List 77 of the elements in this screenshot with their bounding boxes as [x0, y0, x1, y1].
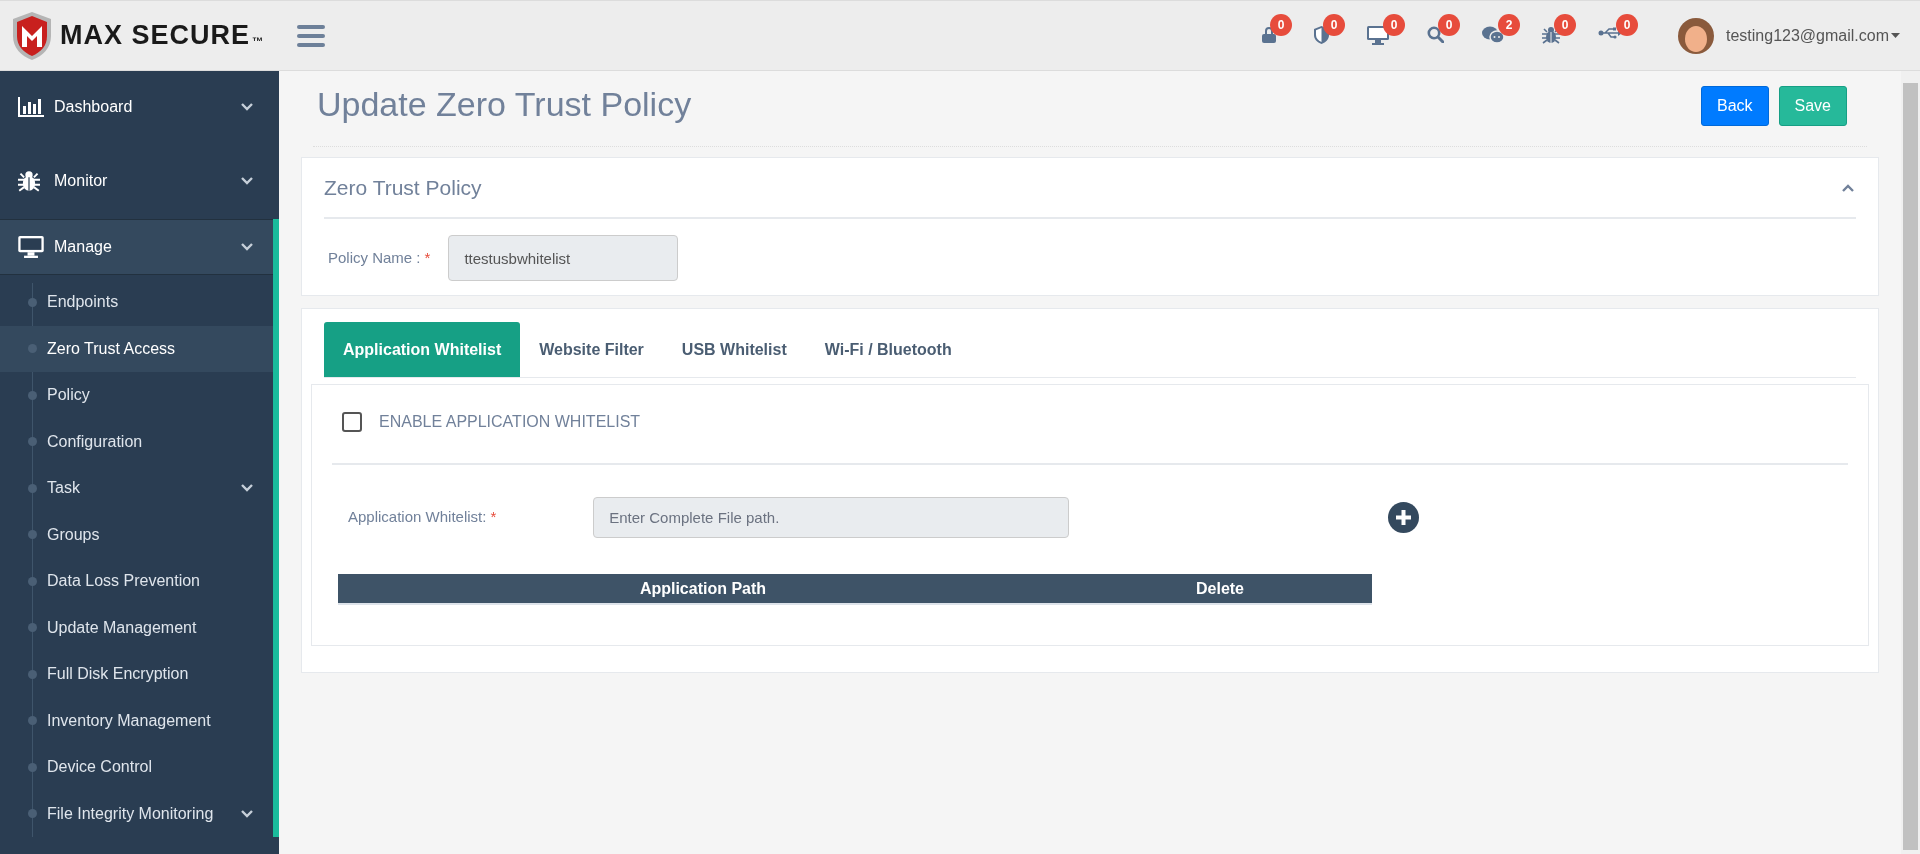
- submenu-item[interactable]: Device Control: [0, 744, 273, 791]
- chevron-down-icon: [241, 177, 253, 185]
- count-badge: 0: [1323, 13, 1345, 36]
- submenu-item[interactable]: Inventory Management: [0, 697, 273, 744]
- bullet-icon: [28, 437, 37, 447]
- policy-name-field[interactable]: ttestusbwhitelist: [448, 235, 679, 281]
- submenu-item[interactable]: Endpoints: [0, 279, 273, 326]
- notification-button[interactable]: 0: [1367, 13, 1405, 50]
- bar-chart-icon: [18, 97, 44, 117]
- submenu-item[interactable]: Data Loss Prevention: [0, 558, 273, 605]
- submenu-item[interactable]: Full Disk Encryption: [0, 651, 273, 698]
- sidebar-item[interactable]: Monitor: [0, 149, 273, 213]
- trademark-sign: ™: [252, 33, 264, 49]
- avatar-icon: [1678, 17, 1714, 54]
- submenu-item[interactable]: Task: [0, 465, 273, 512]
- caret-icon: [1891, 33, 1900, 38]
- notification-button[interactable]: 0: [1542, 13, 1576, 50]
- required-mark: *: [490, 507, 497, 528]
- bullet-icon: [28, 576, 37, 586]
- monitor-icon: [18, 236, 44, 258]
- scrollbar[interactable]: [1901, 71, 1920, 854]
- notification-button[interactable]: 0: [1314, 13, 1345, 50]
- submenu-item[interactable]: Policy: [0, 372, 273, 419]
- add-button[interactable]: [1388, 502, 1420, 533]
- bullet-icon: [28, 669, 37, 679]
- bullet-icon: [28, 809, 37, 819]
- submenu-item[interactable]: Update Management: [0, 604, 273, 651]
- submenu-item[interactable]: Groups: [0, 511, 273, 558]
- count-badge: 0: [1383, 13, 1405, 36]
- count-badge: 0: [1438, 13, 1460, 36]
- notification-button[interactable]: 0: [1427, 13, 1460, 50]
- field-label: Application Whitelist:: [348, 507, 487, 528]
- collapse-button[interactable]: [1842, 183, 1856, 192]
- sidebar-item[interactable]: Manage: [0, 219, 273, 275]
- bullet-icon: [28, 716, 37, 726]
- plus-icon: [1395, 509, 1413, 526]
- bullet-icon: [28, 390, 37, 400]
- shield-logo-icon: [12, 10, 52, 61]
- bug-icon: [18, 170, 40, 192]
- search-icon: [1427, 25, 1444, 43]
- tab[interactable]: USB Whitelist: [662, 322, 806, 377]
- file-path-field[interactable]: Enter Complete File path.: [593, 497, 1070, 538]
- chevron-down-icon: [241, 243, 253, 251]
- bullet-icon: [28, 762, 37, 772]
- tab[interactable]: Website Filter: [520, 322, 663, 377]
- bullet-icon: [28, 297, 37, 307]
- count-badge: 0: [1616, 13, 1638, 36]
- required-mark: *: [424, 247, 431, 268]
- count-badge: 0: [1554, 13, 1576, 36]
- page-title: Update Zero Trust Policy: [316, 84, 692, 125]
- menu-button[interactable]: [297, 23, 325, 48]
- submenu-item[interactable]: Configuration: [0, 418, 273, 465]
- field-label: Policy Name :: [328, 247, 421, 268]
- checkbox-label: ENABLE APPLICATION WHITELIST: [379, 412, 641, 432]
- column-header: Delete: [1195, 578, 1245, 599]
- lock-icon: [1262, 25, 1276, 43]
- sidebar-item[interactable]: Dashboard: [0, 75, 273, 139]
- count-badge: 2: [1498, 13, 1520, 36]
- notification-button[interactable]: 2: [1482, 13, 1520, 50]
- count-badge: 0: [1270, 13, 1292, 36]
- chevron-down-icon: [241, 103, 253, 111]
- chevron-up-icon: [1842, 183, 1854, 192]
- monitor-icon: [1367, 25, 1389, 45]
- tab[interactable]: Wi-Fi / Bluetooth: [805, 322, 971, 377]
- bullet-icon: [28, 623, 37, 633]
- submenu-item[interactable]: Zero Trust Access: [0, 325, 273, 372]
- checkbox[interactable]: [342, 412, 362, 432]
- card-title: Zero Trust Policy: [324, 174, 482, 201]
- bullet-icon: [28, 530, 37, 540]
- notification-button[interactable]: 0: [1262, 13, 1292, 50]
- back-button[interactable]: Back: [1700, 86, 1769, 126]
- submenu-item[interactable]: File Integrity Monitoring: [0, 790, 273, 837]
- notification-button[interactable]: 0: [1598, 13, 1638, 50]
- user-menu[interactable]: testing123@gmail.com: [1678, 17, 1900, 54]
- bullet-icon: [28, 483, 37, 493]
- logo-text: MAX SECURE: [60, 19, 251, 53]
- column-header: Application Path: [638, 578, 768, 599]
